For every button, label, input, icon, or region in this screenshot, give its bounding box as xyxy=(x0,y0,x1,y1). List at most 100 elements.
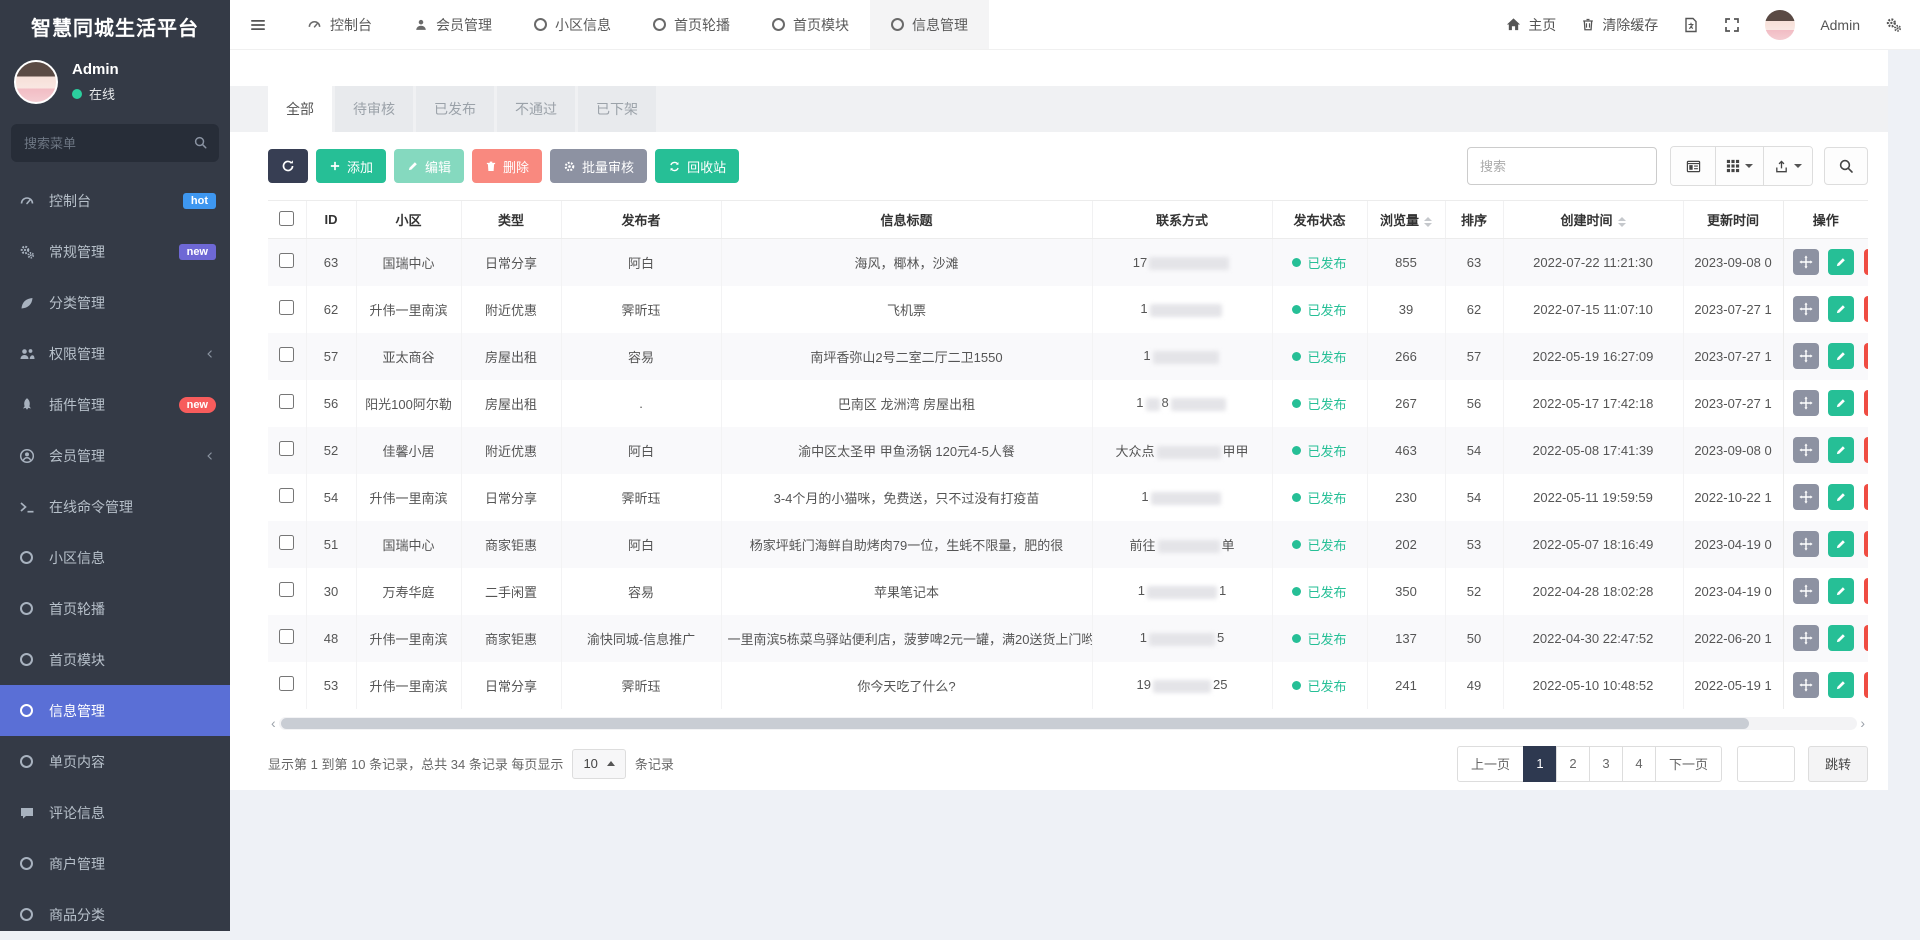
tab-all[interactable]: 全部 xyxy=(268,86,332,132)
edit-row-button[interactable] xyxy=(1828,249,1854,275)
edit-button[interactable]: 编辑 xyxy=(394,149,464,183)
navbar-username[interactable]: Admin xyxy=(1820,17,1860,33)
sidebar-item-home-modules[interactable]: 首页模块 xyxy=(0,634,230,685)
table-search-input[interactable] xyxy=(1467,147,1657,185)
edit-row-button[interactable] xyxy=(1828,437,1854,463)
avatar[interactable] xyxy=(1765,10,1795,40)
delete-row-button[interactable] xyxy=(1864,390,1868,416)
jump-page-input[interactable] xyxy=(1737,746,1795,782)
delete-row-button[interactable] xyxy=(1864,672,1868,698)
page-button-2[interactable]: 2 xyxy=(1556,746,1590,782)
edit-row-button[interactable] xyxy=(1828,343,1854,369)
sidebar-item-commands[interactable]: 在线命令管理 xyxy=(0,481,230,532)
row-checkbox[interactable] xyxy=(279,394,294,409)
scroll-right-icon[interactable]: › xyxy=(1857,717,1868,729)
sort-icon[interactable] xyxy=(1618,217,1626,227)
edit-row-button[interactable] xyxy=(1828,672,1854,698)
sort-icon[interactable] xyxy=(1424,217,1432,227)
columns-dropdown-button[interactable] xyxy=(1715,147,1763,185)
page-button-3[interactable]: 3 xyxy=(1589,746,1623,782)
row-checkbox[interactable] xyxy=(279,347,294,362)
detail-view-button[interactable] xyxy=(1671,147,1715,185)
tab-pending[interactable]: 待审核 xyxy=(335,86,413,132)
edit-row-button[interactable] xyxy=(1828,578,1854,604)
move-button[interactable] xyxy=(1793,390,1819,416)
delete-row-button[interactable] xyxy=(1864,531,1868,557)
sidebar-item-dashboard[interactable]: 控制台 hot xyxy=(0,175,230,226)
row-checkbox[interactable] xyxy=(279,535,294,550)
sidebar-item-product-category[interactable]: 商品分类 xyxy=(0,889,230,940)
sidebar-item-home-carousel[interactable]: 首页轮播 xyxy=(0,583,230,634)
delete-button[interactable]: 删除 xyxy=(472,149,542,183)
navtab-info-management[interactable]: 信息管理 xyxy=(870,0,989,49)
delete-row-button[interactable] xyxy=(1864,249,1868,275)
export-dropdown-button[interactable] xyxy=(1763,147,1812,185)
delete-row-button[interactable] xyxy=(1864,625,1868,651)
delete-row-button[interactable] xyxy=(1864,437,1868,463)
move-button[interactable] xyxy=(1793,437,1819,463)
refresh-button[interactable] xyxy=(268,149,308,183)
select-all-checkbox[interactable] xyxy=(279,211,294,226)
sidebar-item-community-info[interactable]: 小区信息 xyxy=(0,532,230,583)
row-checkbox[interactable] xyxy=(279,300,294,315)
move-button[interactable] xyxy=(1793,625,1819,651)
navtab-members[interactable]: 会员管理 xyxy=(393,0,513,49)
page-button-1[interactable]: 1 xyxy=(1523,746,1557,782)
row-checkbox[interactable] xyxy=(279,629,294,644)
delete-row-button[interactable] xyxy=(1864,484,1868,510)
sidebar-item-info-management[interactable]: 信息管理 xyxy=(0,685,230,736)
row-checkbox[interactable] xyxy=(279,253,294,268)
move-button[interactable] xyxy=(1793,249,1819,275)
tab-rejected[interactable]: 不通过 xyxy=(497,86,575,132)
avatar[interactable] xyxy=(14,60,58,104)
navtab-home-modules[interactable]: 首页模块 xyxy=(751,0,870,49)
move-button[interactable] xyxy=(1793,672,1819,698)
fullscreen-icon[interactable] xyxy=(1724,17,1740,33)
sidebar-item-category[interactable]: 分类管理 xyxy=(0,277,230,328)
sidebar-item-plugins[interactable]: 插件管理 new xyxy=(0,379,230,430)
edit-row-button[interactable] xyxy=(1828,390,1854,416)
delete-row-button[interactable] xyxy=(1864,343,1868,369)
move-button[interactable] xyxy=(1793,343,1819,369)
scroll-left-icon[interactable]: ‹ xyxy=(268,717,279,729)
menu-search-input[interactable] xyxy=(11,124,219,162)
sidebar-item-single-page[interactable]: 单页内容 xyxy=(0,736,230,787)
scrollbar-thumb[interactable] xyxy=(281,718,1749,729)
settings-gears-icon[interactable] xyxy=(1885,16,1902,33)
prev-page-button[interactable]: 上一页 xyxy=(1457,746,1524,782)
delete-row-button[interactable] xyxy=(1864,296,1868,322)
page-size-select[interactable]: 10 xyxy=(572,749,625,779)
tab-offline[interactable]: 已下架 xyxy=(578,86,656,132)
edit-row-button[interactable] xyxy=(1828,484,1854,510)
move-button[interactable] xyxy=(1793,484,1819,510)
menu-toggle-icon[interactable] xyxy=(230,0,286,49)
sidebar-item-general[interactable]: 常规管理 new xyxy=(0,226,230,277)
edit-row-button[interactable] xyxy=(1828,296,1854,322)
advanced-search-button[interactable] xyxy=(1824,147,1868,185)
sidebar-item-merchants[interactable]: 商户管理 xyxy=(0,838,230,889)
recycle-bin-button[interactable]: 回收站 xyxy=(655,149,739,183)
clear-cache-link[interactable]: 清除缓存 xyxy=(1581,15,1658,35)
jump-button[interactable]: 跳转 xyxy=(1808,746,1868,782)
row-checkbox[interactable] xyxy=(279,488,294,503)
scrollbar-track[interactable] xyxy=(279,717,1858,730)
page-button-4[interactable]: 4 xyxy=(1622,746,1656,782)
sidebar-item-members[interactable]: 会员管理 xyxy=(0,430,230,481)
sidebar-item-permission[interactable]: 权限管理 xyxy=(0,328,230,379)
row-checkbox[interactable] xyxy=(279,676,294,691)
row-checkbox[interactable] xyxy=(279,582,294,597)
edit-row-button[interactable] xyxy=(1828,531,1854,557)
delete-row-button[interactable] xyxy=(1864,578,1868,604)
next-page-button[interactable]: 下一页 xyxy=(1655,746,1722,782)
tab-published[interactable]: 已发布 xyxy=(416,86,494,132)
home-link[interactable]: 主页 xyxy=(1506,15,1556,35)
row-checkbox[interactable] xyxy=(279,441,294,456)
add-button[interactable]: 添加 xyxy=(316,149,386,183)
edit-row-button[interactable] xyxy=(1828,625,1854,651)
sidebar-item-comments[interactable]: 评论信息 xyxy=(0,787,230,838)
batch-audit-button[interactable]: 批量审核 xyxy=(550,149,647,183)
move-button[interactable] xyxy=(1793,578,1819,604)
language-icon[interactable] xyxy=(1683,17,1699,33)
navtab-home-carousel[interactable]: 首页轮播 xyxy=(632,0,751,49)
move-button[interactable] xyxy=(1793,296,1819,322)
